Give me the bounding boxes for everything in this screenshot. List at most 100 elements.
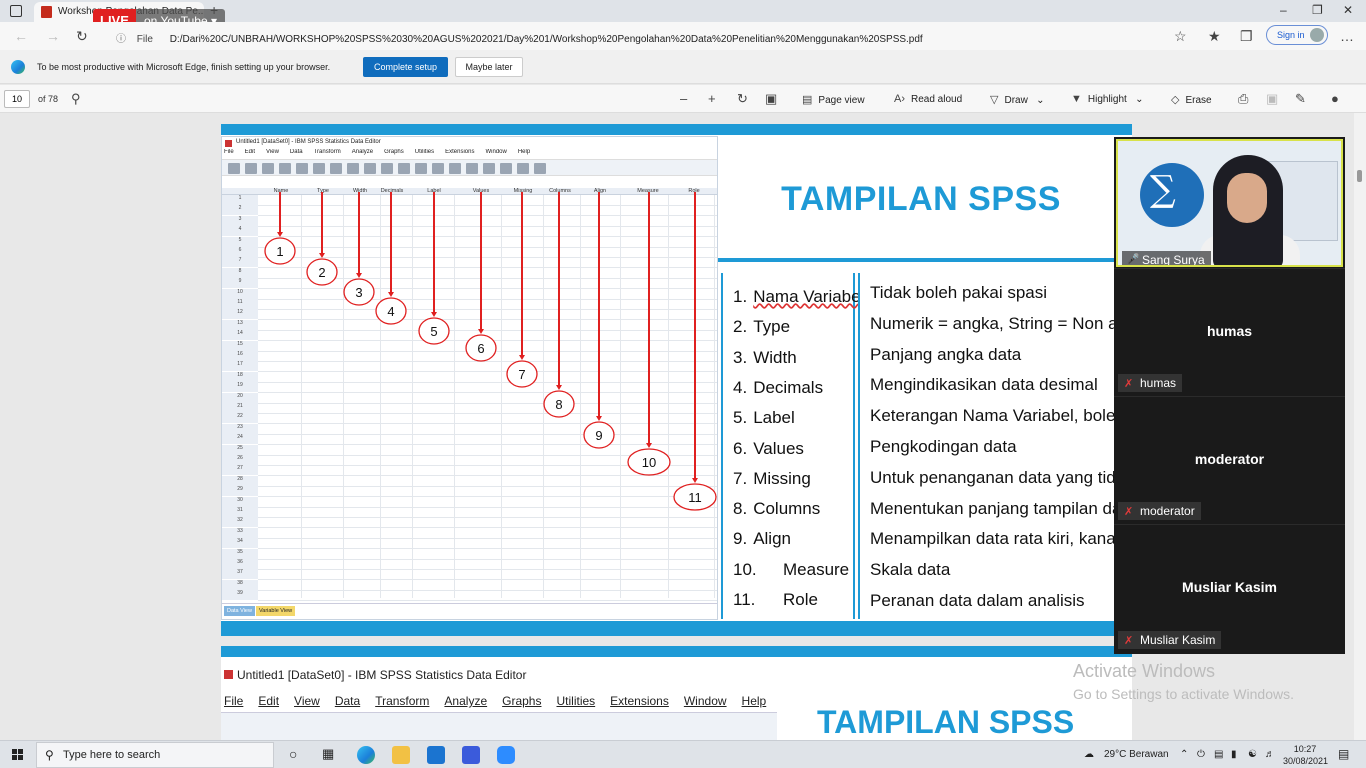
- page-view-icon: ▤: [802, 94, 813, 106]
- attribute-item: 4. Decimals: [733, 378, 823, 398]
- slide-title: TAMPILAN SPSS: [817, 704, 1075, 740]
- restore-icon[interactable]: ❐: [1312, 3, 1323, 17]
- file-explorer-icon[interactable]: [392, 746, 410, 764]
- weather-text[interactable]: 29°C Berawan: [1104, 749, 1169, 760]
- volume-icon[interactable]: ♬: [1265, 749, 1275, 760]
- participant-name: Sang Surya: [1142, 253, 1205, 267]
- page-view-button[interactable]: ▤ Page view: [802, 93, 865, 106]
- edge-logo-icon: [11, 60, 25, 74]
- attribute-number: 8.: [733, 499, 748, 519]
- highlight-label: Highlight: [1087, 94, 1127, 105]
- windows-start-icon[interactable]: [12, 749, 24, 761]
- zoom-in-icon[interactable]: +: [708, 91, 716, 106]
- print-icon[interactable]: ⎙: [1238, 91, 1248, 107]
- rotate-icon[interactable]: ↻: [737, 91, 748, 107]
- attribute-description: Peranan data dalam analisis: [870, 591, 1085, 610]
- sign-in-button[interactable]: Sign in: [1266, 25, 1328, 45]
- system-clock[interactable]: 10:27 30/08/2021: [1283, 743, 1328, 767]
- spss-menu-item: Transform: [375, 694, 430, 708]
- back-icon[interactable]: ←: [14, 28, 28, 44]
- zoom-icon[interactable]: [497, 746, 515, 764]
- close-icon[interactable]: ✕: [1343, 3, 1353, 17]
- callout-number: 11: [688, 490, 702, 505]
- callout-number: 6: [477, 341, 484, 356]
- favorites-icon[interactable]: ★: [1208, 28, 1221, 45]
- wifi-icon[interactable]: ☯: [1248, 749, 1257, 760]
- tray-expand-icon[interactable]: ⌃: [1180, 749, 1188, 760]
- spss-menu-item: Graphs: [502, 694, 542, 708]
- callout-arrow-head: [556, 385, 562, 390]
- read-aloud-button[interactable]: A› Read aloud: [894, 93, 962, 105]
- participant-display-name: humas: [1206, 323, 1253, 339]
- attribute-description: Untuk penanganan data yang tidak ada: [870, 467, 1132, 487]
- edge-taskbar-icon[interactable]: [357, 746, 375, 764]
- refresh-icon[interactable]: ↻: [76, 28, 88, 45]
- search-placeholder: Type here to search: [63, 749, 161, 761]
- attribute-item: 3. Width: [733, 348, 797, 368]
- taskbar: ⚲ Type here to search ○ ▦ ☁ 29°C Berawan…: [0, 740, 1366, 768]
- taskbar-search[interactable]: ⚲ Type here to search: [36, 742, 274, 768]
- usb-icon[interactable]: ⏻: [1197, 749, 1205, 760]
- forward-icon[interactable]: →: [46, 28, 60, 44]
- page-view-label: Page view: [818, 95, 865, 106]
- callout-arrow-head: [646, 443, 652, 448]
- vertical-scrollbar[interactable]: [1354, 113, 1366, 740]
- attribute-name: Width: [753, 347, 797, 367]
- task-view-icon[interactable]: ▦: [322, 746, 334, 762]
- maybe-later-button[interactable]: Maybe later: [455, 57, 523, 77]
- save-icon[interactable]: ▣: [1266, 91, 1278, 107]
- page-number-input[interactable]: [4, 90, 30, 108]
- workspaces-icon[interactable]: [10, 5, 22, 17]
- url-text: D:/Dari%20C/UNBRAH/WORKSHOP%20SPSS%2030%…: [169, 34, 923, 45]
- attribute-item: 2. Type: [733, 317, 790, 337]
- participant-name-label: ✗ humas: [1118, 374, 1183, 392]
- cortana-icon[interactable]: ○: [289, 746, 297, 762]
- speaker-video: [1200, 155, 1300, 265]
- description-list: Tidak boleh pakai spasi Numerik = angka, …: [858, 273, 1132, 619]
- callout-arrow-head: [356, 273, 362, 278]
- video-meeting-panel: ∑ 🎤 Sang Surya humas ✗ humas moderator ✗…: [1114, 137, 1345, 654]
- attribute-description: Mengindikasikan data desimal: [870, 375, 1098, 395]
- attribute-description: Skala data: [870, 560, 951, 580]
- highlight-button[interactable]: ▼ Highlight ⌄: [1071, 93, 1144, 105]
- search-icon[interactable]: ⚲: [71, 91, 81, 107]
- app-icon[interactable]: [462, 746, 480, 764]
- participant-tile[interactable]: Musliar Kasim ✗ Musliar Kasim: [1114, 524, 1345, 652]
- attribute-description: Numerik = angka, String = Non angka: [870, 313, 1132, 333]
- participant-name-label: 🎤 Sang Surya: [1122, 251, 1211, 267]
- participant-video-tile[interactable]: ∑ 🎤 Sang Surya: [1116, 139, 1343, 267]
- erase-label: Erase: [1185, 95, 1212, 106]
- attribute-item: 6. Values: [733, 439, 804, 459]
- callout-arrow-head: [596, 416, 602, 421]
- scroll-thumb[interactable]: [1357, 170, 1362, 182]
- callout-number: 3: [355, 285, 362, 300]
- favorite-add-icon[interactable]: ☆: [1174, 28, 1187, 45]
- draw-button[interactable]: ▽ Draw ⌄: [990, 93, 1045, 106]
- attribute-number: 5.: [733, 408, 748, 428]
- mail-icon[interactable]: [427, 746, 445, 764]
- callout-number: 2: [318, 265, 325, 280]
- battery-icon[interactable]: ▮: [1231, 749, 1237, 760]
- clock-time: 10:27: [1293, 744, 1317, 754]
- complete-setup-button[interactable]: Complete setup: [363, 57, 448, 77]
- spacer: [718, 262, 1132, 273]
- participant-name-label: ✗ Musliar Kasim: [1118, 631, 1222, 649]
- participant-tile[interactable]: humas ✗ humas: [1114, 268, 1345, 396]
- save-as-icon[interactable]: ✎: [1295, 91, 1306, 107]
- minimize-icon[interactable]: –: [1280, 3, 1287, 17]
- network-icon[interactable]: ▤: [1214, 749, 1223, 760]
- participant-tile[interactable]: moderator ✗ moderator: [1114, 396, 1345, 524]
- pdf-icon: [41, 6, 52, 18]
- sigma-logo-icon: ∑: [1140, 163, 1204, 227]
- collections-icon[interactable]: ❐: [1240, 28, 1253, 45]
- pin-toolbar-icon[interactable]: ●: [1331, 91, 1339, 106]
- spss-menu-item: Extensions: [610, 694, 669, 708]
- zoom-out-icon[interactable]: –: [680, 91, 687, 106]
- attribute-item: 1. Nama Variabel: [733, 287, 864, 307]
- fit-page-icon[interactable]: ▣: [765, 91, 777, 107]
- erase-button[interactable]: ◇ Erase: [1171, 93, 1212, 106]
- notifications-icon[interactable]: ▤: [1338, 747, 1349, 761]
- weather-icon[interactable]: ☁: [1084, 749, 1094, 760]
- more-icon[interactable]: …: [1340, 28, 1354, 44]
- url-field[interactable]: ⓘ File D:/Dari%20C/UNBRAH/WORKSHOP%20SPS…: [106, 25, 1196, 47]
